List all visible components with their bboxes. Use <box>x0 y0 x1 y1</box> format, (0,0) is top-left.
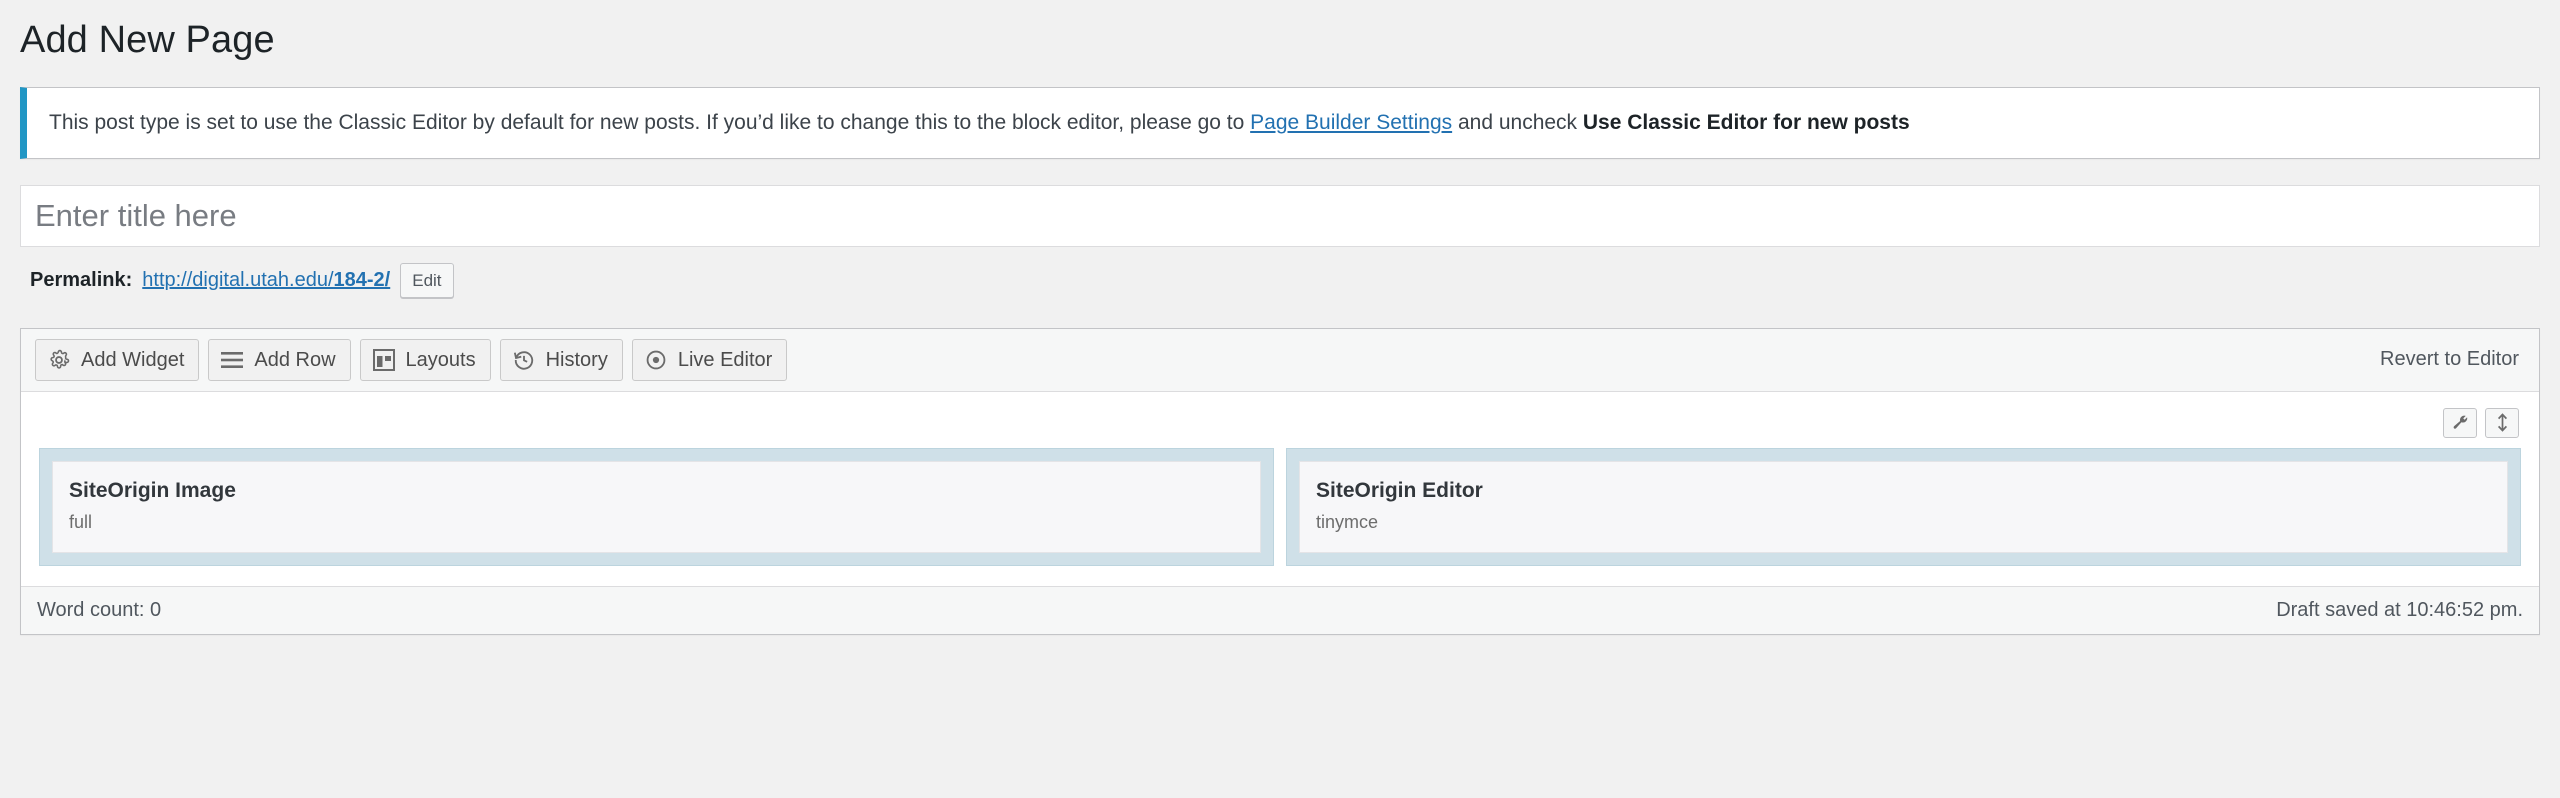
gear-icon <box>47 348 71 372</box>
title-area <box>20 159 2540 247</box>
permalink-slug: 184-2/ <box>333 268 391 291</box>
widget-block[interactable]: SiteOrigin Editor tinymce <box>1299 460 2508 553</box>
permalink-label: Permalink: <box>30 268 133 291</box>
draft-saved-status: Draft saved at 10:46:52 pm. <box>2276 598 2523 621</box>
add-row-button[interactable]: Add Row <box>208 338 351 381</box>
history-clock-icon <box>512 348 536 372</box>
notice-text-before: This post type is set to use the Classic… <box>49 111 1251 135</box>
permalink-link[interactable]: http://digital.utah.edu/184-2/ <box>142 269 390 292</box>
page-builder-panel: Add Widget Add Row Layouts History Live … <box>20 327 2540 635</box>
permalink-base: http://digital.utah.edu/ <box>142 268 334 291</box>
live-editor-label: Live Editor <box>677 348 773 371</box>
row-move-vertical-icon[interactable] <box>2485 407 2519 438</box>
post-title-input[interactable] <box>20 184 2540 247</box>
permalink-row: Permalink: http://digital.utah.edu/184-2… <box>20 247 2540 298</box>
add-widget-label: Add Widget <box>81 348 185 371</box>
admin-page-wrap: Add New Page This post type is set to us… <box>0 0 2560 635</box>
eye-icon <box>644 348 668 372</box>
hamburger-icon <box>220 348 244 372</box>
widget-subtitle: full <box>69 512 93 533</box>
layouts-label: Layouts <box>405 348 476 371</box>
page-builder-toolbar: Add Widget Add Row Layouts History Live … <box>21 328 2539 392</box>
history-label: History <box>545 348 608 371</box>
toolbar-buttons-group: Add Widget Add Row Layouts History Live … <box>35 338 788 381</box>
row-settings-wrench-icon[interactable] <box>2443 407 2477 438</box>
word-count-status: Word count: 0 <box>37 598 162 621</box>
notice-text-after: and uncheck <box>1452 111 1583 135</box>
page-builder-footer: Word count: 0 Draft saved at 10:46:52 pm… <box>21 585 2539 634</box>
builder-cell[interactable]: SiteOrigin Image full <box>39 447 1274 566</box>
add-widget-button[interactable]: Add Widget <box>35 338 200 381</box>
history-button[interactable]: History <box>499 338 623 381</box>
edit-permalink-button[interactable]: Edit <box>400 262 454 298</box>
classic-editor-notice: This post type is set to use the Classic… <box>20 87 2540 159</box>
row-tools <box>39 407 2521 448</box>
builder-cell[interactable]: SiteOrigin Editor tinymce <box>1286 447 2521 566</box>
live-editor-button[interactable]: Live Editor <box>631 338 788 381</box>
page-title: Add New Page <box>20 19 275 61</box>
builder-row[interactable]: SiteOrigin Image full SiteOrigin Editor … <box>39 447 2521 566</box>
layouts-button[interactable]: Layouts <box>359 338 491 381</box>
page-builder-canvas[interactable]: SiteOrigin Image full SiteOrigin Editor … <box>21 391 2539 586</box>
widget-title: SiteOrigin Image <box>69 478 236 502</box>
widget-block[interactable]: SiteOrigin Image full <box>52 460 1261 553</box>
page-builder-settings-link[interactable]: Page Builder Settings <box>1250 111 1452 134</box>
widget-subtitle: tinymce <box>1316 512 1379 533</box>
revert-to-editor-link[interactable]: Revert to Editor <box>2380 348 2525 371</box>
notice-bold-tail: Use Classic Editor for new posts <box>1582 111 1910 135</box>
widget-title: SiteOrigin Editor <box>1316 478 1483 502</box>
add-row-label: Add Row <box>254 348 336 371</box>
layout-grid-icon <box>372 348 396 372</box>
